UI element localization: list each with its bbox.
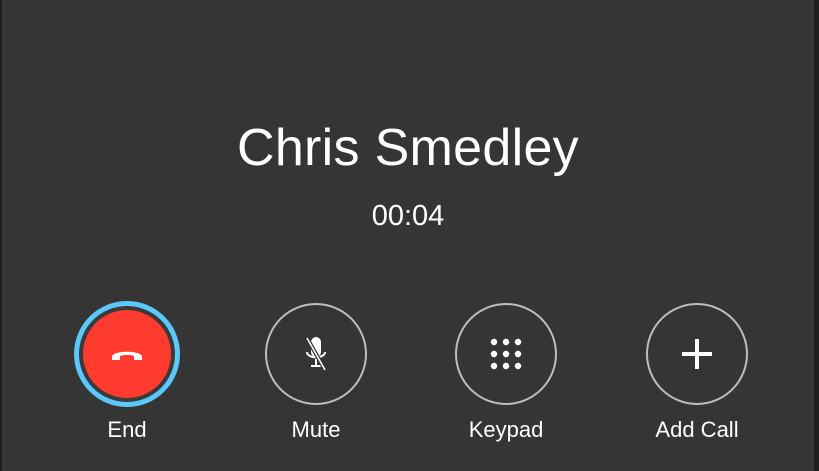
plus-icon xyxy=(682,339,712,369)
add-call-button[interactable] xyxy=(646,303,748,405)
mute-label: Mute xyxy=(291,417,341,442)
mute-button[interactable] xyxy=(265,303,367,405)
end-call-label: End xyxy=(107,417,147,442)
keypad-dots-icon xyxy=(490,338,522,370)
phone-hangup-icon xyxy=(112,351,142,360)
add-call-label: Add Call xyxy=(655,417,739,442)
call-timer: 00:04 xyxy=(371,200,445,232)
caller-name: Chris Smedley xyxy=(236,119,579,177)
keypad-button[interactable] xyxy=(455,303,557,405)
end-call-button[interactable] xyxy=(79,306,175,402)
microphone-muted-icon xyxy=(305,337,327,371)
add-call-action: Add Call xyxy=(627,303,767,443)
keypad-label: Keypad xyxy=(468,417,544,442)
mute-action: Mute xyxy=(246,303,386,443)
call-screen: Chris Smedley 00:04 End Mute Keypad Add … xyxy=(2,0,814,471)
keypad-action: Keypad xyxy=(436,303,576,443)
end-call-action: End xyxy=(57,303,197,443)
